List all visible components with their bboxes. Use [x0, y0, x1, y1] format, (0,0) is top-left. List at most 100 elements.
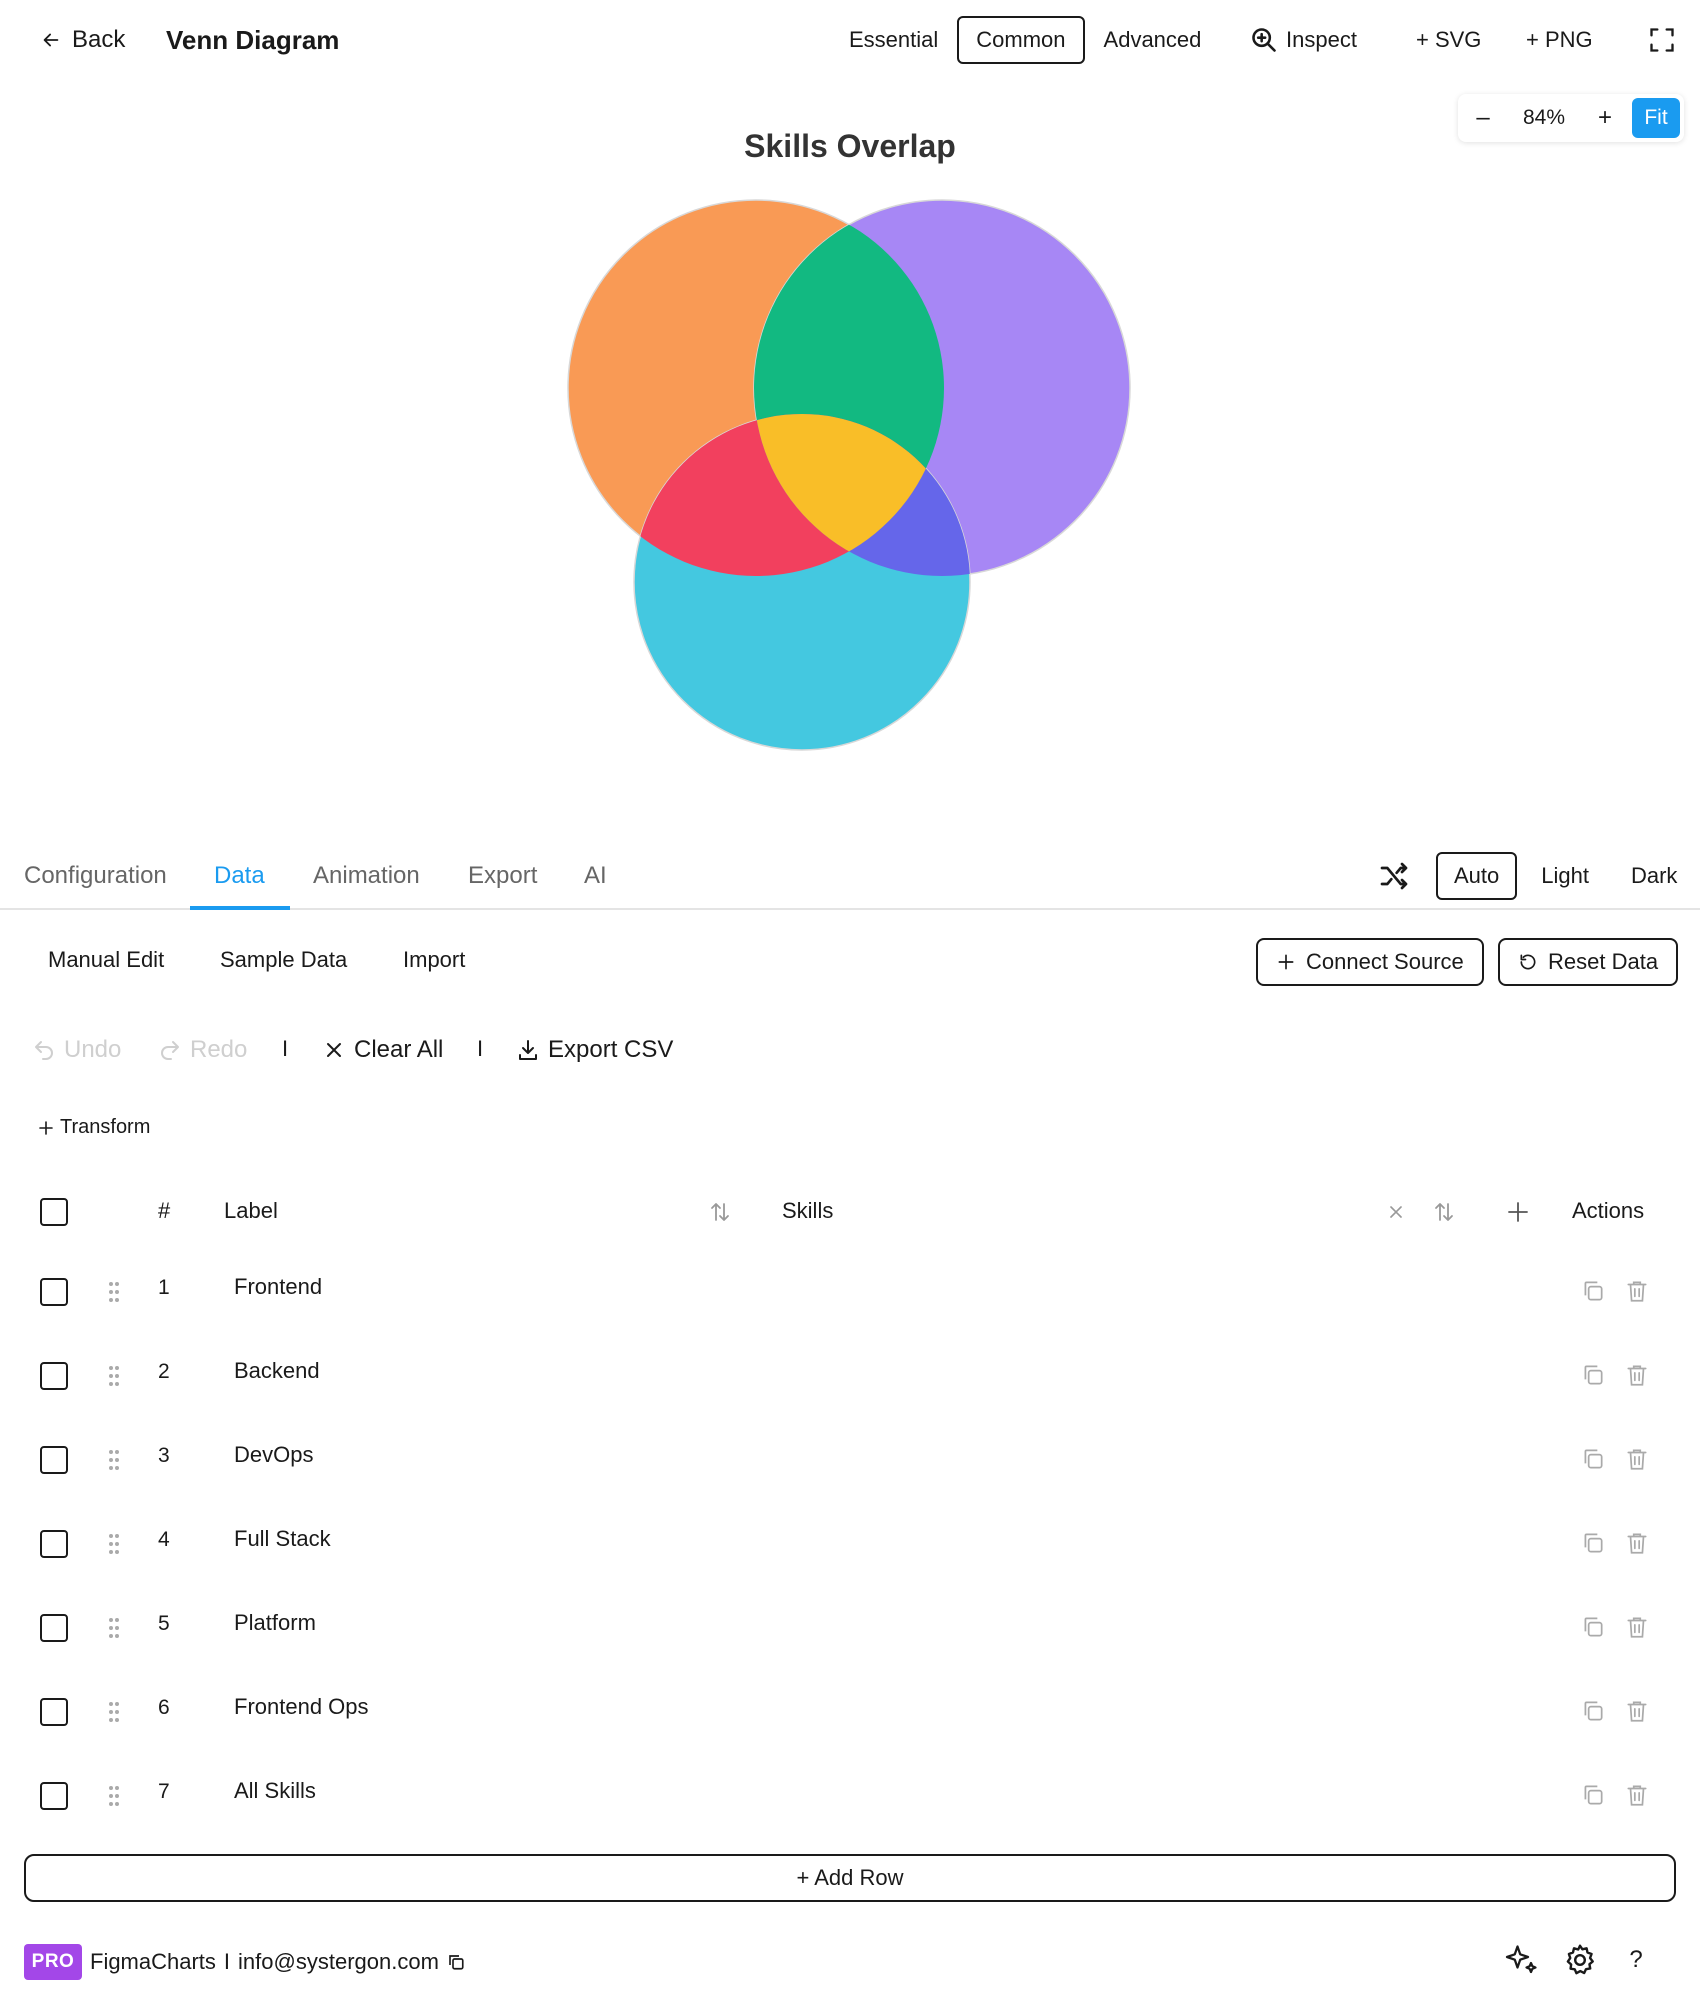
- subtab-manual-edit[interactable]: Manual Edit: [48, 942, 164, 978]
- delete-row-button[interactable]: [1622, 1360, 1652, 1390]
- delete-row-button[interactable]: [1622, 1612, 1652, 1642]
- delete-row-button[interactable]: [1622, 1696, 1652, 1726]
- column-header-skills[interactable]: Skills: [782, 1196, 833, 1226]
- drag-handle-icon: [109, 1282, 119, 1302]
- sort-icon: [1435, 1203, 1453, 1221]
- row-label[interactable]: Full Stack: [234, 1526, 331, 1552]
- row-number: 7: [158, 1780, 170, 1803]
- tab-animation[interactable]: Animation: [313, 846, 420, 910]
- help-button[interactable]: ?: [1616, 1940, 1656, 1980]
- row-checkbox[interactable]: [40, 1362, 68, 1390]
- row-checkbox[interactable]: [40, 1698, 68, 1726]
- row-number: 1: [158, 1276, 170, 1299]
- subtab-sample-data[interactable]: Sample Data: [220, 942, 347, 978]
- subtab-import[interactable]: Import: [403, 942, 465, 978]
- duplicate-row-button[interactable]: [1578, 1696, 1608, 1726]
- column-header-label[interactable]: Label: [224, 1196, 278, 1226]
- row-checkbox[interactable]: [40, 1530, 68, 1558]
- theme-dark-button[interactable]: Dark: [1613, 852, 1695, 900]
- drag-handle-icon: [109, 1450, 119, 1470]
- reset-data-label: Reset Data: [1548, 949, 1659, 974]
- tab-data[interactable]: Data: [214, 846, 265, 910]
- table-row: 3 DevOps: [0, 1418, 1700, 1502]
- row-label[interactable]: Backend: [234, 1358, 320, 1384]
- delete-row-button[interactable]: [1622, 1780, 1652, 1810]
- toolbar-separator: I: [477, 1036, 484, 1061]
- trash-icon: [1627, 1449, 1647, 1470]
- table-row: 1 Frontend: [0, 1250, 1700, 1334]
- copy-email-button[interactable]: [447, 1953, 465, 1971]
- row-label[interactable]: All Skills: [234, 1778, 316, 1804]
- undo-icon: [35, 1041, 53, 1060]
- duplicate-row-button[interactable]: [1578, 1528, 1608, 1558]
- redo-button[interactable]: Redo: [158, 1032, 247, 1068]
- ai-sparkle-button[interactable]: [1502, 1940, 1542, 1980]
- row-label[interactable]: DevOps: [234, 1442, 313, 1468]
- add-row-button[interactable]: + Add Row: [24, 1854, 1676, 1902]
- export-csv-button[interactable]: Export CSV: [516, 1032, 673, 1068]
- row-number: 5: [158, 1612, 170, 1635]
- footer-separator: I: [223, 1949, 231, 1974]
- tab-configuration[interactable]: Configuration: [24, 846, 167, 910]
- plus-icon: [39, 1120, 53, 1135]
- sort-label-button[interactable]: [706, 1198, 734, 1226]
- duplicate-icon: [1584, 1701, 1603, 1721]
- redo-icon: [161, 1041, 179, 1060]
- row-drag-handle[interactable]: [104, 1362, 124, 1390]
- duplicate-icon: [1584, 1365, 1603, 1385]
- row-checkbox[interactable]: [40, 1446, 68, 1474]
- row-drag-handle[interactable]: [104, 1446, 124, 1474]
- sort-skills-button[interactable]: [1430, 1198, 1458, 1226]
- theme-light-button[interactable]: Light: [1523, 852, 1607, 900]
- column-header-number: #: [158, 1198, 171, 1223]
- row-label[interactable]: Frontend Ops: [234, 1694, 369, 1720]
- row-drag-handle[interactable]: [104, 1698, 124, 1726]
- row-drag-handle[interactable]: [104, 1530, 124, 1558]
- row-drag-handle[interactable]: [104, 1278, 124, 1306]
- theme-auto-button[interactable]: Auto: [1436, 852, 1518, 900]
- row-number: 2: [158, 1360, 170, 1383]
- row-checkbox[interactable]: [40, 1614, 68, 1642]
- duplicate-row-button[interactable]: [1578, 1444, 1608, 1474]
- delete-row-button[interactable]: [1622, 1444, 1652, 1474]
- duplicate-row-button[interactable]: [1578, 1780, 1608, 1810]
- row-label[interactable]: Platform: [234, 1610, 316, 1636]
- duplicate-row-button[interactable]: [1578, 1612, 1608, 1642]
- add-transform-button[interactable]: Transform: [38, 1116, 150, 1139]
- clear-all-button[interactable]: Clear All: [322, 1032, 443, 1068]
- remove-column-button[interactable]: [1382, 1198, 1410, 1226]
- row-checkbox[interactable]: [40, 1782, 68, 1810]
- row-drag-handle[interactable]: [104, 1614, 124, 1642]
- undo-button[interactable]: Undo: [32, 1032, 121, 1068]
- delete-row-button[interactable]: [1622, 1276, 1652, 1306]
- duplicate-row-button[interactable]: [1578, 1360, 1608, 1390]
- select-all-checkbox[interactable]: [40, 1198, 68, 1226]
- tab-ai[interactable]: AI: [584, 846, 607, 910]
- clear-all-label: Clear All: [354, 1036, 444, 1063]
- connect-source-button[interactable]: Connect Source: [1256, 938, 1484, 986]
- reset-icon: [1520, 954, 1536, 970]
- row-checkbox[interactable]: [40, 1278, 68, 1306]
- row-drag-handle[interactable]: [104, 1782, 124, 1810]
- drag-handle-icon: [109, 1534, 119, 1554]
- contact-email[interactable]: info@systergon.com: [238, 1949, 439, 1975]
- close-icon: [327, 1043, 341, 1057]
- trash-icon: [1627, 1785, 1647, 1806]
- download-icon: [519, 1040, 537, 1060]
- shuffle-button[interactable]: [1370, 852, 1418, 900]
- duplicate-icon: [1584, 1785, 1603, 1805]
- table-row: 7 All Skills: [0, 1754, 1700, 1838]
- drag-handle-icon: [109, 1366, 119, 1386]
- delete-row-button[interactable]: [1622, 1528, 1652, 1558]
- undo-label: Undo: [64, 1036, 122, 1063]
- close-icon: [1390, 1206, 1402, 1218]
- add-column-button[interactable]: [1504, 1198, 1532, 1226]
- tab-export[interactable]: Export: [468, 846, 537, 910]
- settings-button[interactable]: [1560, 1940, 1600, 1980]
- duplicate-row-button[interactable]: [1578, 1276, 1608, 1306]
- trash-icon: [1627, 1701, 1647, 1722]
- pro-badge: PRO: [24, 1944, 82, 1980]
- row-label[interactable]: Frontend: [234, 1274, 322, 1300]
- reset-data-button[interactable]: Reset Data: [1498, 938, 1679, 986]
- footer-info: FigmaCharts I info@systergon.com: [90, 1946, 465, 1978]
